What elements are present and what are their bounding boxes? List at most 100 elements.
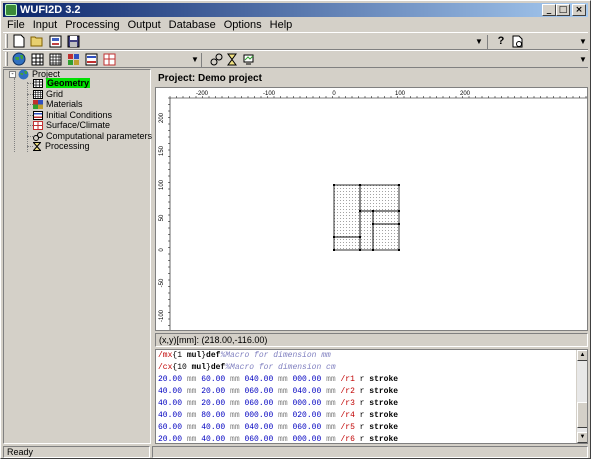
open-folder-icon[interactable] — [29, 34, 45, 49]
y-tick-label: 0 — [159, 248, 165, 252]
surface-climate-icon — [33, 120, 43, 130]
grid-node[interactable] — [359, 184, 361, 186]
hourglass-icon — [33, 141, 41, 151]
menu-file[interactable]: File — [3, 19, 29, 31]
menu-options[interactable]: Options — [220, 19, 266, 31]
grid-node[interactable] — [372, 223, 374, 225]
scroll-thumb[interactable] — [577, 402, 587, 428]
collapse-toggle-icon[interactable]: - — [9, 70, 16, 78]
tree-item-label: Grid — [46, 89, 64, 99]
app-window: WUFI2D 3.2 _ □ × File Input Processing O… — [0, 0, 591, 459]
menu-database[interactable]: Database — [165, 19, 220, 31]
geometry-canvas[interactable]: -200 -100 0 100 200 200 150 100 50 0 -50… — [155, 87, 588, 331]
initial-conditions-icon[interactable] — [83, 52, 99, 67]
standard-toolbar: ▼ ? ▼ — [3, 32, 588, 50]
grid-node[interactable] — [333, 249, 335, 251]
toolbar-dropdown-arrow-icon[interactable]: ▼ — [191, 55, 199, 64]
code-line[interactable]: 40.00 mm 80.00 mm 000.00 mm 020.00 mm /r… — [156, 410, 587, 422]
scroll-down-icon[interactable]: ▼ — [577, 432, 587, 443]
code-line[interactable]: 20.00 mm 40.00 mm 060.00 mm 000.00 mm /r… — [156, 434, 587, 443]
menu-output[interactable]: Output — [124, 19, 165, 31]
tree-item-processing[interactable]: Processing — [33, 141, 90, 151]
grid-node[interactable] — [398, 184, 400, 186]
scroll-up-icon[interactable]: ▲ — [577, 350, 587, 361]
y-tick-label: 200 — [159, 112, 165, 123]
grid-node[interactable] — [359, 210, 361, 212]
tree-item-initial-conditions[interactable]: Initial Conditions — [33, 110, 112, 120]
tree-item-computational-parameters[interactable]: Computational parameters — [33, 131, 152, 141]
close-button[interactable]: × — [572, 4, 586, 16]
geometry-shape[interactable] — [333, 184, 400, 251]
minimize-button[interactable]: _ — [542, 4, 556, 16]
grid-node[interactable] — [333, 236, 335, 238]
grid-node[interactable] — [333, 184, 335, 186]
grid-node[interactable] — [372, 210, 374, 212]
toolbar-grip[interactable] — [5, 52, 8, 66]
wufi-app-icon — [5, 4, 17, 16]
maximize-button[interactable]: □ — [556, 4, 570, 16]
toolbar-separator — [487, 35, 488, 49]
tree-item-grid[interactable]: Grid — [33, 89, 63, 99]
code-line[interactable]: /mx{1 mul}def%Macro for dimension mm — [156, 350, 587, 362]
tree-item-materials[interactable]: Materials — [33, 99, 83, 109]
y-tick-label: 100 — [159, 179, 165, 190]
y-tick-label: 50 — [159, 214, 165, 221]
y-tick-label: -50 — [159, 278, 165, 287]
grid-node[interactable] — [398, 210, 400, 212]
coordinate-readout: (x,y)[mm]: (218.00,-116.00) — [155, 333, 588, 347]
grid-icon[interactable] — [47, 52, 63, 67]
menu-help[interactable]: Help — [266, 19, 297, 31]
title-bar[interactable]: WUFI2D 3.2 _ □ × — [3, 3, 588, 17]
geometry-script-editor[interactable]: /mx{1 mul}def%Macro for dimension mm/cx{… — [155, 349, 588, 444]
code-line[interactable]: /cx{10 mul}def%Macro for dimension cm — [156, 362, 587, 374]
tree-item-surface-climate[interactable]: Surface/Climate — [33, 120, 110, 130]
tree-item-label: Surface/Climate — [46, 120, 111, 130]
grid-node[interactable] — [398, 223, 400, 225]
new-file-icon[interactable] — [11, 34, 27, 49]
grid-icon — [33, 89, 43, 99]
toolbar-separator — [201, 53, 202, 67]
tree-item-label: Computational parameters — [46, 131, 153, 141]
project-globe-icon — [18, 69, 29, 79]
computational-parameters-icon — [33, 131, 43, 141]
code-line[interactable]: 60.00 mm 40.00 mm 040.00 mm 060.00 mm /r… — [156, 422, 587, 434]
initial-conditions-icon — [33, 110, 43, 120]
grid-node[interactable] — [398, 249, 400, 251]
vertical-scrollbar[interactable]: ▲ ▼ — [576, 350, 587, 443]
grid-node[interactable] — [359, 236, 361, 238]
materials-icon[interactable] — [65, 52, 81, 67]
geometry-grid-icon[interactable] — [29, 52, 45, 67]
grid-node[interactable] — [372, 249, 374, 251]
toolbar-dropdown-arrow-icon[interactable]: ▼ — [475, 37, 483, 46]
menu-processing[interactable]: Processing — [61, 19, 123, 31]
surface-climate-icon[interactable] — [101, 52, 117, 67]
x-tick-label: -200 — [196, 91, 209, 97]
code-line[interactable]: 40.00 mm 20.00 mm 060.00 mm 000.00 mm /r… — [156, 398, 587, 410]
project-header: Project: Demo project — [158, 73, 262, 84]
x-tick-label: -100 — [263, 91, 276, 97]
tree-item-geometry[interactable]: Geometry — [33, 78, 91, 88]
help-icon[interactable]: ? — [493, 34, 509, 49]
toolbar-grip[interactable] — [5, 34, 8, 48]
code-line[interactable]: 40.00 mm 20.00 mm 060.00 mm 040.00 mm /r… — [156, 386, 587, 398]
properties-icon[interactable] — [47, 34, 63, 49]
output-chart-icon[interactable] — [240, 52, 256, 67]
tree-item-label: Geometry — [46, 78, 91, 88]
grid-node[interactable] — [359, 249, 361, 251]
pane-splitter[interactable] — [152, 69, 154, 444]
code-line[interactable]: 20.00 mm 60.00 mm 040.00 mm 000.00 mm /r… — [156, 374, 587, 386]
menu-input[interactable]: Input — [29, 19, 61, 31]
save-icon[interactable] — [65, 34, 81, 49]
context-help-icon[interactable] — [509, 34, 525, 49]
toolbar-dropdown-arrow-icon[interactable]: ▼ — [579, 55, 587, 64]
project-tree: - Project Geometry Grid Materials Initia… — [3, 69, 152, 444]
hourglass-icon[interactable] — [224, 52, 240, 67]
tree-item-label: Materials — [46, 99, 83, 109]
x-tick-label: 200 — [460, 91, 471, 97]
tree-item-label: Processing — [45, 141, 90, 151]
toolbar-dropdown-arrow-icon[interactable]: ▼ — [579, 37, 587, 46]
project-globe-icon[interactable] — [11, 52, 27, 67]
computational-parameters-icon[interactable] — [208, 52, 224, 67]
geometry-drawing[interactable]: -200 -100 0 100 200 200 150 100 50 0 -50… — [156, 88, 587, 330]
status-panel — [152, 445, 588, 458]
